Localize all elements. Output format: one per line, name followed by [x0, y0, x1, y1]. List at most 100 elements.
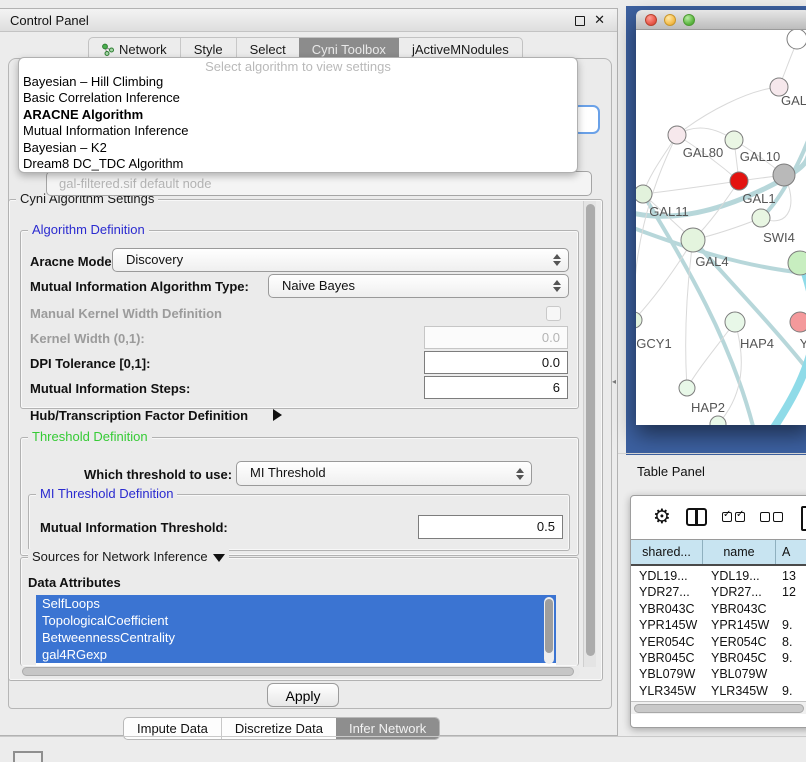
- close-icon[interactable]: ✕: [594, 12, 605, 28]
- kernel-width-field: 0.0: [424, 326, 568, 349]
- minimized-panel-icon[interactable]: [13, 751, 43, 762]
- apply-button[interactable]: Apply: [267, 683, 339, 707]
- network-canvas[interactable]: GALGAL80GAL10GAL1GAL11SWI4GAL4GCY1HAP4YH…: [636, 30, 806, 425]
- table-row[interactable]: YDL19...YDL19...13: [631, 568, 806, 584]
- algorithm-dropdown-placeholder: Select algorithm to view settings: [19, 59, 577, 74]
- pane-splitter-handle[interactable]: ◂: [612, 377, 616, 386]
- network-node-gal4[interactable]: [681, 228, 705, 252]
- close-traffic-light-icon[interactable]: [645, 14, 657, 26]
- network-edge[interactable]: [636, 135, 677, 320]
- table-cell: YBR043C: [631, 601, 703, 617]
- mi-threshold-label: Mutual Information Threshold:: [40, 520, 228, 535]
- network-node-label: GAL4: [695, 254, 728, 269]
- network-node-label: Y: [800, 336, 806, 351]
- data-attribute-item[interactable]: SelfLoops: [36, 595, 556, 612]
- network-node-gal1[interactable]: [730, 172, 748, 190]
- algorithm-option[interactable]: Basic Correlation Inference: [19, 90, 577, 106]
- settings-horizontal-scrollbar[interactable]: [20, 666, 580, 678]
- table-cell: 8.: [776, 634, 806, 650]
- table-row[interactable]: YPR145WYPR145W9.: [631, 617, 806, 633]
- settings-vertical-scrollbar[interactable]: [583, 201, 596, 667]
- collapse-arrow-icon[interactable]: [213, 554, 225, 562]
- sources-legend[interactable]: Sources for Network Inference: [28, 549, 229, 564]
- mi-type-select[interactable]: Naive Bayes: [268, 274, 569, 298]
- which-threshold-label: Which threshold to use:: [84, 467, 232, 482]
- algorithm-option[interactable]: Mutual Information Inference: [19, 123, 577, 139]
- table-toolbar: ⚙: [631, 496, 806, 538]
- table-cell: YBL079W: [631, 666, 703, 682]
- table-selector-combo[interactable]: gal-filtered.sif default node: [46, 171, 592, 196]
- hub-definition-label[interactable]: Hub/Transcription Factor Definition: [30, 408, 248, 423]
- table-column-header[interactable]: name: [703, 540, 776, 564]
- column-split-icon[interactable]: [686, 508, 707, 526]
- which-threshold-select[interactable]: MI Threshold: [236, 461, 532, 486]
- table-cell: YLR345W: [631, 683, 703, 699]
- table-column-header[interactable]: A: [776, 540, 806, 564]
- data-attribute-item[interactable]: gal4RGexp: [36, 646, 556, 663]
- data-attributes-list[interactable]: SelfLoopsTopologicalCoefficientBetweenne…: [36, 595, 556, 666]
- app-root: Control Panel ✕ NetworkStyleSelectCyni T…: [0, 0, 806, 762]
- network-node-swi4[interactable]: [752, 209, 770, 227]
- network-node-gcy1[interactable]: [636, 312, 642, 328]
- kernel-width-value: 0.0: [425, 327, 567, 348]
- zoom-traffic-light-icon[interactable]: [683, 14, 695, 26]
- table-row[interactable]: YLR345WYLR345W9.: [631, 683, 806, 699]
- network-edge[interactable]: [686, 240, 693, 388]
- mi-threshold-field[interactable]: 0.5: [418, 515, 563, 539]
- table-row[interactable]: YER054CYER054C8.: [631, 634, 806, 650]
- network-node-hap4[interactable]: [725, 312, 745, 332]
- network-window-titlebar[interactable]: [636, 10, 806, 30]
- network-edge[interactable]: [677, 87, 779, 135]
- table-row[interactable]: YBR045CYBR045C9.: [631, 650, 806, 666]
- kernel-width-label: Kernel Width (0,1):: [30, 331, 145, 346]
- network-node-label: GAL10: [740, 149, 780, 164]
- minimize-traffic-light-icon[interactable]: [664, 14, 676, 26]
- expand-arrow-icon[interactable]: [273, 409, 282, 421]
- aracne-mode-value: Discovery: [113, 249, 568, 271]
- network-node[interactable]: [787, 30, 806, 49]
- control-panel-titlebar: Control Panel ✕: [0, 9, 617, 32]
- algorithm-option[interactable]: Dream8 DC_TDC Algorithm: [19, 156, 577, 172]
- network-node-y[interactable]: [790, 312, 806, 332]
- mi-steps-field[interactable]: 6: [424, 376, 568, 399]
- manual-kernel-checkbox[interactable]: [546, 306, 561, 321]
- table-horizontal-scrollbar[interactable]: [631, 701, 806, 714]
- table-panel-window: ⚙ shared...nameA YDL19...YDL19...13YDR27…: [630, 495, 806, 728]
- network-node-hap2[interactable]: [679, 380, 695, 396]
- table-row[interactable]: YBR043CYBR043C: [631, 601, 806, 617]
- table-cell: [776, 601, 806, 617]
- algorithm-option[interactable]: Bayesian – K2: [19, 140, 577, 156]
- page-icon[interactable]: [801, 506, 806, 531]
- table-panel-divider: [618, 453, 806, 454]
- network-node-label: HAP4: [740, 336, 774, 351]
- network-edge[interactable]: [636, 240, 693, 320]
- tab-label: Network: [119, 42, 167, 57]
- network-node-gal80[interactable]: [668, 126, 686, 144]
- table-column-header[interactable]: shared...: [631, 540, 703, 564]
- mi-steps-value: 6: [425, 377, 567, 398]
- table-cell: YDL19...: [703, 568, 776, 584]
- aracne-mode-select[interactable]: Discovery: [112, 248, 569, 272]
- network-edge[interactable]: [643, 181, 739, 194]
- network-icon: [102, 43, 114, 56]
- network-node[interactable]: [773, 164, 795, 186]
- spinner-arrows-icon: [515, 467, 524, 481]
- gear-icon[interactable]: ⚙: [653, 507, 671, 527]
- float-window-icon[interactable]: [575, 16, 585, 26]
- data-attribute-item[interactable]: BetweennessCentrality: [36, 629, 556, 646]
- data-attribute-item[interactable]: TopologicalCoefficient: [36, 612, 556, 629]
- network-node-gal10[interactable]: [725, 131, 743, 149]
- algorithm-option[interactable]: ARACNE Algorithm: [19, 107, 577, 123]
- table-cell: YBR045C: [703, 650, 776, 666]
- table-cell: YBR045C: [631, 650, 703, 666]
- table-row[interactable]: YDR27...YDR27...12: [631, 584, 806, 600]
- table-cell: YER054C: [703, 634, 776, 650]
- algorithm-option[interactable]: Bayesian – Hill Climbing: [19, 74, 577, 90]
- network-edge[interactable]: [643, 135, 677, 194]
- table-row[interactable]: YBL079WYBL079W: [631, 666, 806, 682]
- unchecked-pair-icon[interactable]: [760, 512, 783, 522]
- checked-pair-icon[interactable]: [722, 512, 745, 522]
- attributes-scrollbar[interactable]: [544, 597, 554, 664]
- dpi-tolerance-field[interactable]: 0.0: [424, 351, 568, 374]
- network-node-gal11[interactable]: [636, 185, 652, 203]
